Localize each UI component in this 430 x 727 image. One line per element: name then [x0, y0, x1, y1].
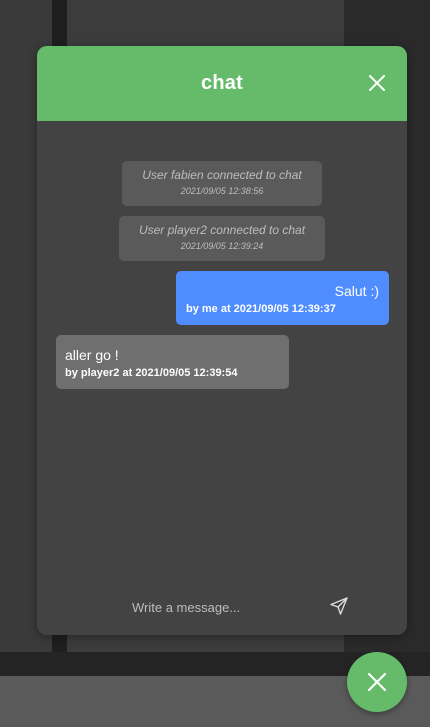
- close-chat-button[interactable]: [367, 73, 387, 93]
- my-message-bubble: Salut :) by me at 2021/09/05 12:39:37: [176, 271, 389, 325]
- chat-title: chat: [201, 72, 243, 94]
- message-text: aller go !: [65, 347, 119, 363]
- close-icon: [369, 75, 385, 91]
- chat-window: chat User fabien connected to chat 2021/…: [37, 46, 407, 635]
- other-message-bubble: aller go ! by player2 at 2021/09/05 12:3…: [56, 335, 289, 389]
- toggle-chat-button[interactable]: [347, 652, 407, 712]
- system-message-text: User fabien connected to chat: [142, 168, 302, 182]
- send-icon: [330, 597, 348, 615]
- close-icon: [367, 672, 387, 692]
- message-composer: [37, 581, 407, 635]
- message-list[interactable]: User fabien connected to chat 2021/09/05…: [37, 121, 407, 581]
- message-text: Salut :): [334, 283, 379, 299]
- message-meta: by me at 2021/09/05 12:39:37: [186, 303, 336, 315]
- message-meta: by player2 at 2021/09/05 12:39:54: [65, 367, 238, 379]
- chat-header: chat: [37, 46, 407, 121]
- system-message-text: User player2 connected to chat: [138, 223, 306, 237]
- system-message-time: 2021/09/05 12:39:24: [180, 241, 264, 251]
- send-button[interactable]: [329, 596, 349, 616]
- message-input[interactable]: [132, 597, 322, 617]
- system-message: User fabien connected to chat 2021/09/05…: [122, 161, 322, 206]
- system-message: User player2 connected to chat 2021/09/0…: [119, 216, 325, 261]
- system-message-time: 2021/09/05 12:38:56: [180, 186, 264, 196]
